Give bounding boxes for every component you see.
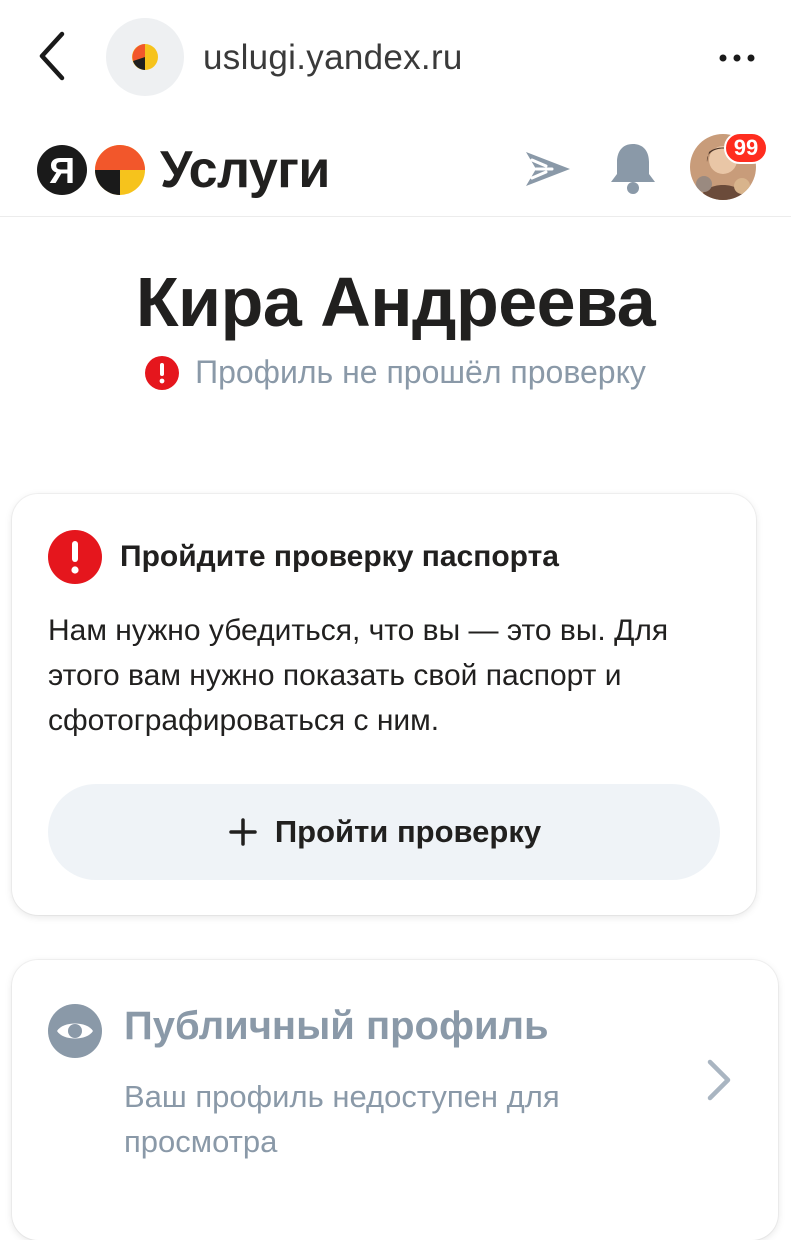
messages-button[interactable]: [522, 146, 574, 192]
profile-status: Профиль не прошёл проверку: [0, 354, 791, 391]
site-favicon-icon: [132, 44, 158, 70]
alert-icon: [48, 530, 102, 584]
verification-card-description: Нам нужно убедиться, что вы — это вы. Дл…: [48, 614, 669, 737]
yandex-logo-icon: Я: [37, 145, 145, 195]
public-profile-card[interactable]: Публичный профиль Ваш профиль недоступен…: [12, 960, 778, 1240]
chevron-right-icon[interactable]: [702, 1056, 736, 1104]
back-button[interactable]: [30, 28, 78, 84]
profile-status-text: Профиль не прошёл проверку: [195, 354, 646, 390]
back-arrow-icon: [39, 31, 65, 81]
site-info-button[interactable]: [106, 18, 184, 96]
verification-card-title: Пройдите проверку паспорта: [120, 540, 559, 573]
url-text[interactable]: uslugi.yandex.ru: [203, 38, 463, 78]
verification-card-header: Пройдите проверку паспорта: [48, 530, 559, 584]
notification-count-badge: 99: [724, 132, 768, 164]
more-menu-button[interactable]: [712, 38, 762, 78]
public-profile-description: Ваш профиль недоступен для просмотра: [124, 1079, 560, 1159]
start-verification-button[interactable]: Пройти проверку: [48, 784, 720, 880]
public-profile-title: Публичный профиль: [124, 1004, 549, 1048]
plus-icon: [229, 818, 257, 846]
app-header: Я Услуги 99: [0, 124, 791, 217]
yandex-services-logo[interactable]: Я Услуги: [36, 140, 330, 200]
start-verification-label: Пройти проверку: [274, 814, 542, 849]
more-icon: [719, 54, 755, 62]
eye-icon: [48, 1004, 102, 1058]
page-title: Кира Андреева: [135, 263, 656, 341]
notifications-button[interactable]: [606, 140, 660, 196]
browser-address-bar: uslugi.yandex.ru: [0, 0, 791, 120]
alert-icon: [145, 355, 180, 390]
bell-icon: [611, 144, 655, 194]
passport-verification-card: Пройдите проверку паспорта Нам нужно убе…: [12, 494, 756, 915]
service-name: Услуги: [160, 141, 330, 199]
svg-text:Я: Я: [49, 150, 75, 191]
send-icon: [526, 152, 570, 186]
